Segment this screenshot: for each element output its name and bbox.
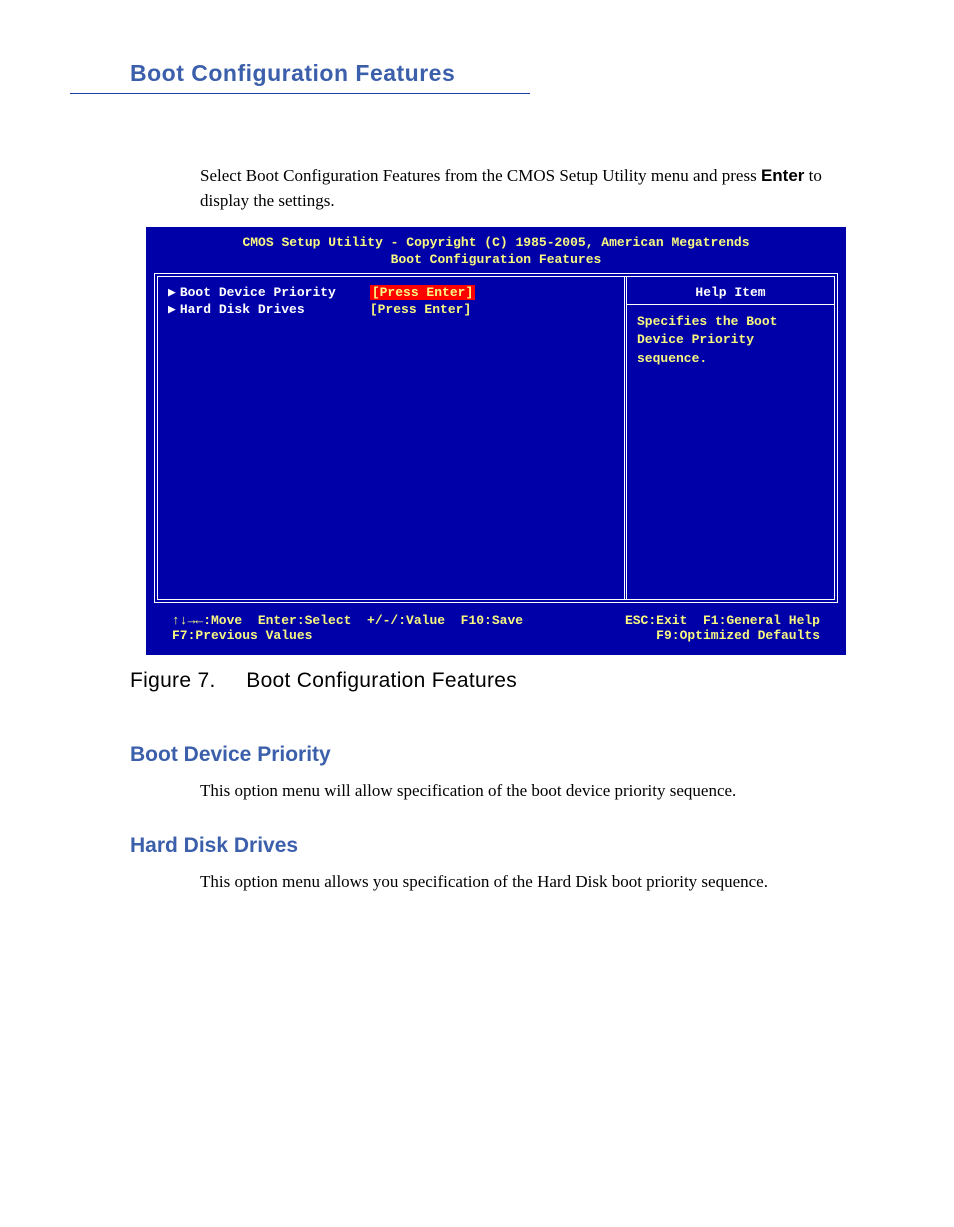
intro-pre: Select Boot Configuration Features from … bbox=[200, 166, 761, 185]
footer-f7: F7:Previous Values bbox=[172, 628, 312, 643]
triangle-right-icon: ▶ bbox=[168, 302, 176, 317]
figure-title: Boot Configuration Features bbox=[246, 669, 517, 692]
bios-body: ▶ Boot Device Priority [Press Enter] ▶ H… bbox=[154, 273, 838, 603]
figure-number: Figure 7. bbox=[130, 669, 216, 692]
menu-label: Hard Disk Drives bbox=[180, 302, 370, 317]
intro-enter: Enter bbox=[761, 166, 804, 185]
section-body: This option menu allows you specificatio… bbox=[200, 870, 874, 895]
help-title: Help Item bbox=[637, 285, 824, 300]
footer-nav-keys: ↑↓→←:Move Enter:Select +/-/:Value F10:Sa… bbox=[172, 613, 523, 628]
subheading-hard-disk-drives: Hard Disk Drives bbox=[70, 834, 874, 858]
bios-screenshot: CMOS Setup Utility - Copyright (C) 1985-… bbox=[146, 227, 846, 655]
footer-f9: F9:Optimized Defaults bbox=[656, 628, 820, 643]
subheading-boot-device-priority: Boot Device Priority bbox=[70, 743, 874, 767]
bios-title: CMOS Setup Utility - Copyright (C) 1985-… bbox=[146, 227, 846, 250]
menu-label: Boot Device Priority bbox=[180, 285, 370, 300]
section-body: This option menu will allow specificatio… bbox=[200, 779, 874, 804]
menu-item-hard-disk-drives[interactable]: ▶ Hard Disk Drives [Press Enter] bbox=[168, 302, 614, 317]
figure-caption: Figure 7. Boot Configuration Features bbox=[130, 669, 874, 693]
menu-value: [Press Enter] bbox=[370, 285, 475, 300]
bios-footer: ↑↓→←:Move Enter:Select +/-/:Value F10:Sa… bbox=[146, 603, 846, 655]
help-body: Specifies the Boot Device Priority seque… bbox=[637, 313, 824, 368]
intro-paragraph: Select Boot Configuration Features from … bbox=[200, 164, 874, 213]
bios-help-panel: Help Item Specifies the Boot Device Prio… bbox=[624, 277, 834, 599]
page-heading: Boot Configuration Features bbox=[70, 60, 530, 87]
triangle-right-icon: ▶ bbox=[168, 285, 176, 300]
menu-item-boot-device-priority[interactable]: ▶ Boot Device Priority [Press Enter] bbox=[168, 285, 614, 300]
bios-subtitle: Boot Configuration Features bbox=[146, 250, 846, 273]
footer-esc-help: ESC:Exit F1:General Help bbox=[625, 613, 820, 628]
menu-value: [Press Enter] bbox=[370, 302, 471, 317]
divider bbox=[627, 304, 834, 305]
bios-menu[interactable]: ▶ Boot Device Priority [Press Enter] ▶ H… bbox=[158, 277, 624, 599]
